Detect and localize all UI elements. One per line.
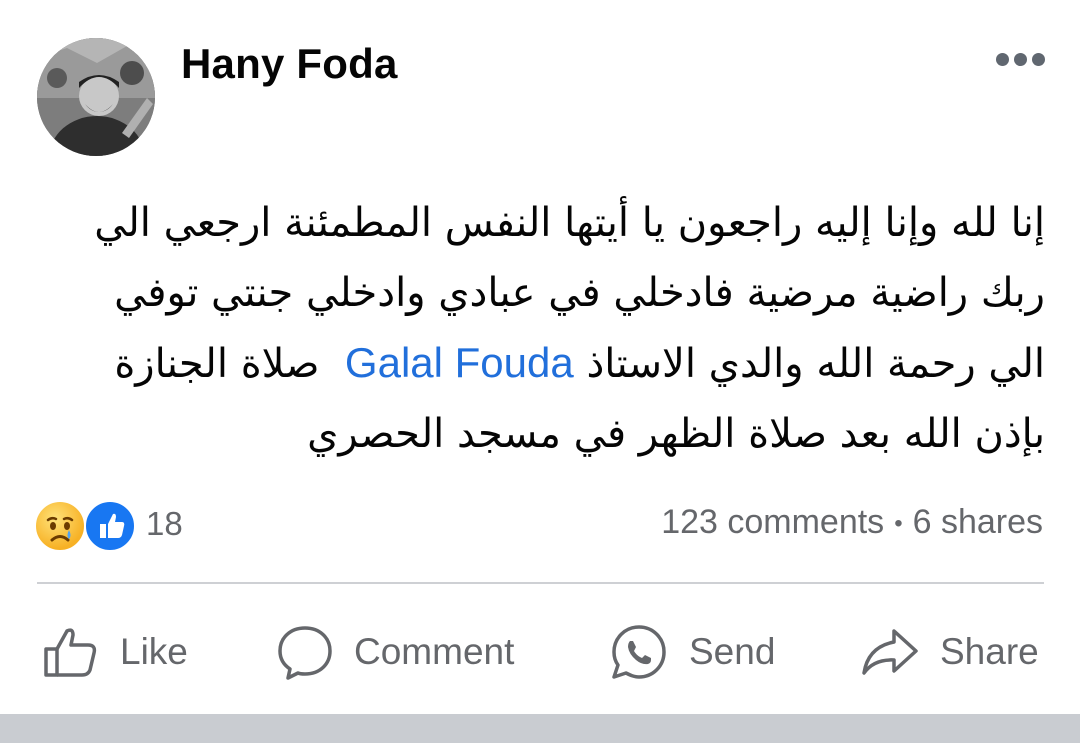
- author-avatar[interactable]: [37, 38, 155, 156]
- like-label: Like: [120, 631, 188, 672]
- like-button[interactable]: Like: [42, 622, 188, 682]
- author-name[interactable]: Hany Foda: [181, 40, 398, 88]
- post-card: Hany Foda إنا لله وإنا إليه راجعون يا أي…: [0, 0, 1080, 714]
- comment-button[interactable]: Comment: [276, 622, 514, 682]
- shares-count[interactable]: 6 shares: [913, 503, 1043, 541]
- comment-bubble-icon: [278, 626, 332, 680]
- comment-label: Comment: [354, 631, 515, 672]
- more-options-icon[interactable]: [996, 53, 1046, 67]
- comments-count[interactable]: 123 comments: [661, 503, 884, 541]
- share-label: Share: [940, 631, 1039, 672]
- post-line-3-start: الي رحمة الله والدي الاستاذ: [586, 341, 1045, 387]
- post-stats: 123 comments • 6 shares: [661, 503, 1043, 542]
- share-button[interactable]: Share: [860, 622, 1039, 682]
- stats-separator: •: [894, 510, 903, 538]
- whatsapp-icon: [612, 625, 666, 679]
- avatar-photo: [37, 38, 155, 156]
- thumbs-up-icon: [84, 500, 136, 552]
- sad-face-icon: [34, 500, 86, 552]
- reaction-count: 18: [146, 505, 183, 542]
- mention-link[interactable]: Galal Fouda: [345, 339, 574, 386]
- feed-separator: [0, 714, 1080, 743]
- send-label: Send: [689, 631, 776, 672]
- share-arrow-icon: [862, 629, 918, 675]
- post-line-3: الي رحمة الله والدي الاستاذ Galal Fouda …: [60, 328, 1045, 399]
- thumbs-up-outline-icon: [44, 628, 97, 677]
- post-line-2: ربك راضية مرضية فادخلي في عبادي وادخلي ج…: [114, 270, 1045, 316]
- post-line-1: إنا لله وإنا إليه راجعون يا أيتها النفس …: [94, 200, 1045, 246]
- send-button[interactable]: Send: [609, 622, 775, 682]
- post-line-4: بإذن الله بعد صلاة الظهر في مسجد الحصري: [307, 411, 1045, 457]
- post-body: إنا لله وإنا إليه راجعون يا أيتها النفس …: [60, 188, 1045, 469]
- post-line-3-end: صلاة الجنازة: [114, 341, 320, 387]
- divider: [37, 582, 1044, 584]
